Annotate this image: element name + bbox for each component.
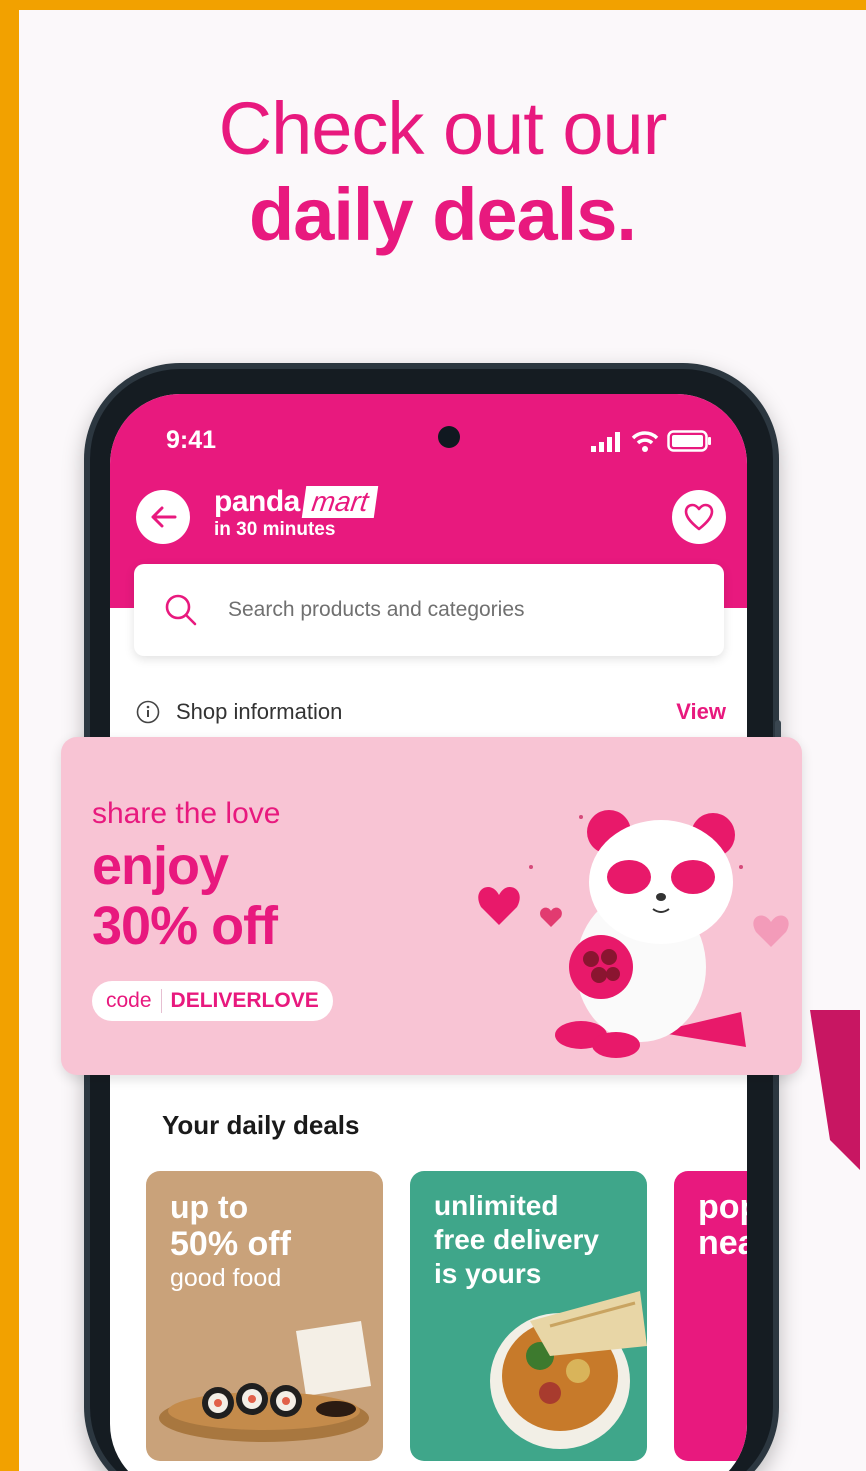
shop-info-view-link[interactable]: View bbox=[676, 699, 726, 725]
signal-icon bbox=[591, 432, 620, 452]
banner-tagline: share the love bbox=[92, 797, 281, 830]
status-time: 9:41 bbox=[166, 426, 217, 454]
deal-card-line: nea bbox=[698, 1224, 747, 1262]
favorite-button[interactable] bbox=[672, 490, 726, 544]
deal-card[interactable]: pop nea bbox=[674, 1171, 747, 1461]
promo-code-pill[interactable]: code DELIVERLOVE bbox=[92, 981, 333, 1021]
deal-card-line: pop bbox=[698, 1188, 747, 1226]
arrow-left-icon bbox=[151, 506, 177, 528]
daily-deals-title: Your daily deals bbox=[162, 1110, 360, 1140]
shop-info-label: Shop information bbox=[176, 699, 343, 724]
wifi-icon bbox=[631, 431, 659, 452]
pink-ribbon-decoration bbox=[810, 1010, 860, 1170]
headline-line-2: daily deals. bbox=[249, 173, 637, 256]
salad-bowl-image bbox=[490, 1291, 647, 1449]
deal-card[interactable]: unlimited free delivery is yours bbox=[410, 1171, 647, 1461]
pandamart-logo: panda mart in 30 minutes bbox=[214, 485, 379, 541]
status-icons bbox=[589, 430, 713, 452]
back-button[interactable] bbox=[136, 490, 190, 544]
info-icon bbox=[136, 700, 160, 724]
brand-subtitle: in 30 minutes bbox=[214, 519, 336, 540]
promo-code-value: DELIVERLOVE bbox=[170, 989, 319, 1012]
promo-code-label: code bbox=[106, 989, 162, 1013]
heart-icon bbox=[684, 503, 714, 531]
shop-info-row: Shop information View bbox=[136, 692, 726, 732]
search-bar[interactable] bbox=[134, 564, 724, 656]
battery-icon bbox=[667, 430, 711, 452]
promo-banner[interactable]: share the love enjoy 30% off code DELIVE… bbox=[61, 737, 802, 1075]
brand-name: panda bbox=[214, 485, 300, 518]
deal-card[interactable]: up to 50% off good food bbox=[146, 1171, 383, 1461]
search-icon bbox=[165, 594, 197, 626]
sushi-image bbox=[159, 1321, 371, 1442]
panda-mascot-illustration bbox=[478, 810, 789, 1058]
headline: Check out our daily deals. bbox=[19, 86, 866, 258]
front-camera bbox=[438, 426, 460, 448]
headline-line-1: Check out our bbox=[218, 87, 668, 170]
banner-headline-2: 30% off bbox=[92, 896, 278, 956]
brand-tag: mart bbox=[301, 486, 379, 518]
search-input[interactable] bbox=[228, 598, 648, 622]
banner-headline-1: enjoy bbox=[92, 836, 229, 896]
